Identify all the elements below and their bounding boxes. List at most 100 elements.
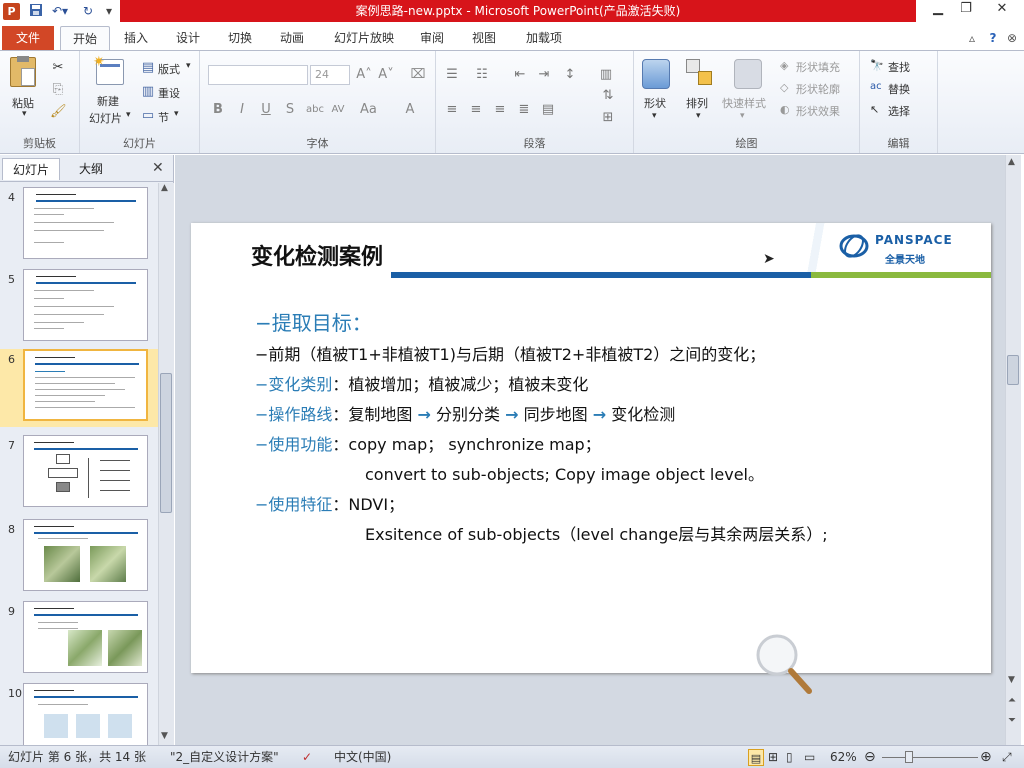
shape-effects-icon[interactable]: ◐ [780, 103, 790, 116]
powerpoint-app-icon[interactable]: P [3, 3, 20, 20]
align-text-icon[interactable]: ⊞ [600, 109, 616, 127]
tab-slideshow[interactable]: 幻灯片放映 [328, 26, 400, 50]
minimize-ribbon-icon[interactable]: ▵ [964, 26, 980, 50]
bullets-icon[interactable]: ☰ [444, 66, 460, 84]
section-button[interactable]: 节 [158, 109, 169, 125]
decrease-indent-icon[interactable]: ⇤ [512, 66, 528, 84]
zoom-slider[interactable] [882, 757, 978, 758]
distribute-icon[interactable]: ▤ [540, 101, 556, 119]
new-slide-label-2[interactable]: 幻灯片 [89, 110, 122, 126]
tab-transitions[interactable]: 切换 [220, 26, 260, 50]
new-slide-icon[interactable]: ✷ [93, 54, 124, 85]
font-size-combo[interactable]: 24 [310, 65, 350, 85]
tab-view[interactable]: 视图 [464, 26, 504, 50]
fit-to-window-icon[interactable]: ⤢ [1002, 749, 1012, 766]
shapes-icon[interactable] [642, 59, 670, 89]
tab-addins[interactable]: 加载项 [518, 26, 570, 50]
language[interactable]: 中文(中国) [334, 749, 391, 766]
align-center-icon[interactable]: ≡ [468, 101, 484, 119]
reset-icon[interactable]: ▥ [140, 83, 156, 101]
zoom-level[interactable]: 62% [830, 749, 857, 766]
grow-font-icon[interactable]: A˄ [356, 66, 372, 84]
shrink-font-icon[interactable]: A˅ [378, 66, 394, 84]
bold-icon[interactable]: B [210, 101, 226, 119]
format-painter-icon[interactable]: 🖌 [50, 103, 67, 121]
tab-design[interactable]: 设计 [168, 26, 208, 50]
slideshow-view-icon[interactable]: ▭ [804, 749, 815, 766]
slides-pane-scrollbar[interactable]: ▲ ▼ [158, 183, 174, 745]
layout-icon[interactable]: ▤ [140, 59, 156, 77]
tab-insert[interactable]: 插入 [116, 26, 156, 50]
increase-indent-icon[interactable]: ⇥ [536, 66, 552, 84]
select-icon[interactable]: ↖ [870, 103, 879, 116]
cut-icon[interactable]: ✂ [50, 59, 66, 77]
help-icon[interactable]: ? [984, 26, 1002, 50]
copy-icon[interactable]: ⎘ [50, 81, 66, 99]
redo-icon[interactable]: ↻ [80, 3, 96, 20]
more-icon[interactable]: ⊗ [1004, 26, 1020, 50]
change-case-icon[interactable]: Aa [360, 101, 377, 119]
prev-slide-icon[interactable]: ⏶ [1008, 695, 1016, 706]
zoom-slider-thumb[interactable] [905, 751, 913, 763]
slide-thumbnail[interactable]: 4 [0, 187, 160, 265]
slide-thumbnail-selected[interactable]: 6 [0, 349, 160, 427]
underline-icon[interactable]: U [258, 101, 274, 119]
align-left-icon[interactable]: ≡ [444, 101, 460, 119]
shape-outline-icon[interactable]: ◇ [780, 81, 788, 94]
text-direction-icon[interactable]: ⇅ [600, 87, 616, 105]
customize-quick-access-icon[interactable]: ▾ [102, 3, 116, 20]
arrange-icon[interactable] [686, 59, 716, 89]
tab-animations[interactable]: 动画 [272, 26, 312, 50]
replace-button[interactable]: 替换 [888, 81, 910, 97]
find-button[interactable]: 查找 [888, 59, 910, 75]
save-icon[interactable] [28, 3, 44, 20]
section-icon[interactable]: ▭ [140, 107, 156, 125]
font-name-combo[interactable] [208, 65, 308, 85]
normal-view-icon[interactable]: ▤ [748, 749, 764, 766]
shape-outline-button[interactable]: 形状轮廓 [796, 81, 840, 97]
slide-thumbnail[interactable]: 7 [0, 435, 160, 513]
replace-icon[interactable]: ac [870, 81, 882, 92]
line-spacing-icon[interactable]: ↕ [562, 66, 578, 84]
font-color-icon[interactable]: A [402, 101, 418, 119]
arrange-button[interactable]: 排列 [686, 95, 708, 111]
slide-thumbnail[interactable]: 5 [0, 269, 160, 347]
minimize-button[interactable]: ▁ [924, 0, 952, 20]
reset-button[interactable]: 重设 [158, 85, 180, 101]
paste-icon[interactable] [10, 56, 36, 87]
spellcheck-icon[interactable]: ✓ [302, 749, 312, 766]
align-right-icon[interactable]: ≡ [492, 101, 508, 119]
tab-home[interactable]: 开始 [60, 26, 110, 50]
justify-icon[interactable]: ≣ [516, 101, 532, 119]
new-slide-button[interactable]: 新建 [97, 93, 119, 109]
shape-effects-button[interactable]: 形状效果 [796, 103, 840, 119]
tab-review[interactable]: 审阅 [412, 26, 452, 50]
undo-icon[interactable]: ↶▾ [50, 3, 70, 20]
next-slide-icon[interactable]: ⏷ [1008, 715, 1016, 726]
slide-canvas[interactable]: 变化检测案例 PANSPACE 全景天地 −提取目标： −前期（植被T1+非植被… [191, 223, 991, 694]
close-pane-icon[interactable]: ✕ [152, 160, 164, 176]
italic-icon[interactable]: I [234, 101, 250, 119]
shadow-icon[interactable]: S [282, 101, 298, 119]
zoom-in-icon[interactable]: ⊕ [980, 749, 992, 766]
layout-button[interactable]: 版式 [158, 61, 180, 77]
editor-scrollbar[interactable]: ▲ ▼ ⏶ ⏷ [1005, 155, 1021, 745]
char-spacing-icon[interactable]: AV [330, 101, 346, 119]
restore-button[interactable]: ❐ [952, 0, 980, 20]
columns-icon[interactable]: ▥ [598, 66, 614, 84]
quick-styles-icon[interactable] [734, 59, 762, 89]
quick-styles-button[interactable]: 快速样式 [722, 95, 766, 111]
tab-outline[interactable]: 大纲 [62, 158, 120, 180]
clear-format-icon[interactable]: ⌧ [410, 66, 426, 84]
tab-slides[interactable]: 幻灯片 [2, 158, 60, 180]
slide-thumbnail[interactable]: 8 [0, 519, 160, 597]
select-button[interactable]: 选择 [888, 103, 910, 119]
close-button[interactable]: ✕ [984, 0, 1020, 20]
shape-fill-icon[interactable]: ◈ [780, 59, 788, 72]
shapes-button[interactable]: 形状 [644, 95, 666, 111]
tab-file[interactable]: 文件 [2, 26, 54, 50]
zoom-out-icon[interactable]: ⊖ [864, 749, 876, 766]
numbering-icon[interactable]: ☷ [474, 66, 490, 84]
strikethrough-icon[interactable]: abc [306, 101, 324, 119]
shape-fill-button[interactable]: 形状填充 [796, 59, 840, 75]
